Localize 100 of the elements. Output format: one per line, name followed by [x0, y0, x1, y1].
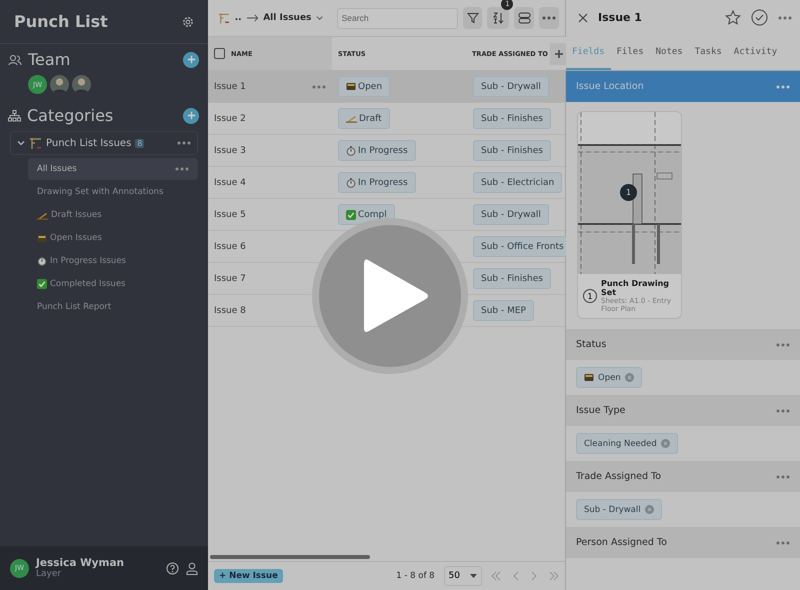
last-page-icon[interactable]	[549, 571, 559, 581]
caret-icon	[470, 574, 477, 578]
more-icon[interactable]	[776, 408, 790, 412]
sidebar-item[interactable]: Punch List Report	[28, 296, 198, 318]
status-tag: In Progress	[338, 172, 416, 193]
first-page-icon[interactable]	[491, 571, 501, 581]
trade-tag: Sub - Finishes	[473, 268, 551, 289]
table-cell: Issue 3	[214, 146, 246, 156]
writing-hand-icon	[346, 114, 357, 123]
plus-icon	[554, 48, 564, 58]
sidebar-item[interactable]: Open Issues	[28, 227, 198, 249]
remove-icon[interactable]	[644, 505, 654, 514]
sort-icon	[492, 12, 504, 24]
search-field[interactable]: Search	[336, 8, 458, 28]
writing-hand-icon	[37, 210, 48, 220]
remove-icon[interactable]	[624, 373, 634, 382]
table-cell: Issue 8	[214, 306, 246, 316]
more-icon[interactable]	[778, 16, 792, 20]
table-row[interactable]: Issue 2 Draft Sub - Finishes	[208, 103, 565, 135]
scrollbar[interactable]	[210, 555, 370, 559]
trade-tag: Sub - Drywall	[473, 204, 549, 225]
more-icon[interactable]	[175, 167, 189, 171]
field-header: Person Assigned To	[566, 527, 800, 558]
field-header: Status	[566, 329, 800, 360]
view-selector[interactable]: All Issues	[263, 13, 312, 23]
previous-page-icon[interactable]	[513, 571, 519, 581]
sidebar-item[interactable]: Completed Issues	[28, 273, 198, 295]
next-page-icon[interactable]	[531, 571, 537, 581]
settings-icon[interactable]	[182, 16, 194, 28]
arrow-icon	[246, 14, 258, 22]
trade-tag: Sub - Finishes	[473, 108, 551, 129]
plus-icon	[186, 55, 196, 64]
more-icon[interactable]	[776, 84, 790, 88]
breadcrumb-ellipsis[interactable]: ..	[234, 13, 242, 23]
sidebar-item[interactable]: Draft Issues	[28, 204, 198, 226]
sidebar-item[interactable]: All Issues	[28, 158, 198, 180]
sheet-title: Punch Drawing Set	[601, 279, 670, 297]
add-member-button[interactable]	[183, 52, 199, 68]
add-column-button[interactable]	[550, 42, 568, 64]
hierarchy-icon	[8, 110, 21, 122]
sidebar-item[interactable]: Drawing Set with Annotations	[28, 181, 198, 203]
sheet-number: 1	[583, 289, 597, 303]
crane-icon	[218, 12, 230, 24]
status-tag: In Progress	[338, 140, 416, 161]
page-size-select[interactable]: 50	[444, 566, 482, 586]
crane-icon	[29, 137, 42, 149]
table-row[interactable]: Issue 4 In Progress Sub - Electrician	[208, 167, 565, 199]
filter-icon	[466, 12, 479, 24]
group-button[interactable]	[514, 7, 534, 29]
field-value-tag: Cleaning Needed	[576, 433, 678, 454]
table-row[interactable]: Issue 1 Open Sub - Drywall	[208, 71, 565, 103]
select-all-checkbox[interactable]	[214, 48, 225, 59]
more-icon[interactable]	[312, 84, 326, 88]
page-range: 1 - 8 of 8	[396, 571, 435, 581]
add-category-button[interactable]	[183, 108, 199, 124]
sidebar-item[interactable]: In Progress Issues	[28, 250, 198, 272]
new-issue-button[interactable]: + New Issue	[214, 569, 283, 583]
star-icon[interactable]	[725, 10, 741, 25]
field-value-tag: Sub - Drywall	[576, 499, 662, 520]
stopwatch-icon	[346, 146, 356, 156]
more-button[interactable]	[539, 7, 560, 29]
group-icon	[518, 12, 531, 24]
more-icon[interactable]	[177, 141, 191, 145]
card-file-icon	[346, 82, 356, 91]
check-mark-icon	[346, 210, 356, 220]
table-cell: Issue 5	[214, 210, 246, 220]
stopwatch-icon	[37, 256, 47, 266]
more-icon[interactable]	[776, 342, 790, 346]
field-value-tag: Open	[576, 367, 642, 388]
team-heading: Team	[28, 50, 70, 69]
check-circle-icon[interactable]	[751, 9, 768, 26]
table-cell: Issue 7	[214, 274, 246, 284]
status-tag: Draft	[338, 108, 390, 129]
table-row[interactable]: Issue 3 In Progress Sub - Finishes	[208, 135, 565, 167]
categories-heading: Categories	[27, 106, 114, 125]
avatar	[50, 75, 69, 94]
trade-tag: Sub - Electrician	[473, 172, 562, 193]
trade-tag: Sub - Drywall	[473, 76, 549, 97]
more-icon[interactable]	[776, 540, 790, 544]
more-icon	[542, 16, 556, 20]
help-icon[interactable]	[166, 562, 179, 574]
tab[interactable]: Files	[610, 35, 650, 70]
tab[interactable]: Tasks	[688, 35, 728, 70]
remove-icon[interactable]	[660, 439, 670, 448]
filter-button[interactable]	[462, 7, 482, 29]
plus-icon	[186, 111, 196, 120]
user-icon[interactable]	[186, 562, 198, 574]
more-icon[interactable]	[776, 474, 790, 478]
tab[interactable]: Notes	[650, 35, 689, 70]
field-header: Issue Type	[566, 395, 800, 426]
category-group[interactable]: Punch List Issues 8	[10, 131, 198, 155]
tab[interactable]: Activity	[728, 35, 784, 70]
table-cell: Issue 1	[214, 82, 246, 92]
user-name: Jessica Wyman	[36, 557, 126, 569]
app-title: Punch List	[14, 12, 108, 31]
sort-button[interactable]	[487, 7, 510, 29]
check-mark-icon	[37, 279, 47, 289]
count-badge: 8	[135, 138, 144, 148]
detail-title: Issue 1	[598, 11, 643, 24]
close-icon[interactable]	[578, 12, 588, 22]
